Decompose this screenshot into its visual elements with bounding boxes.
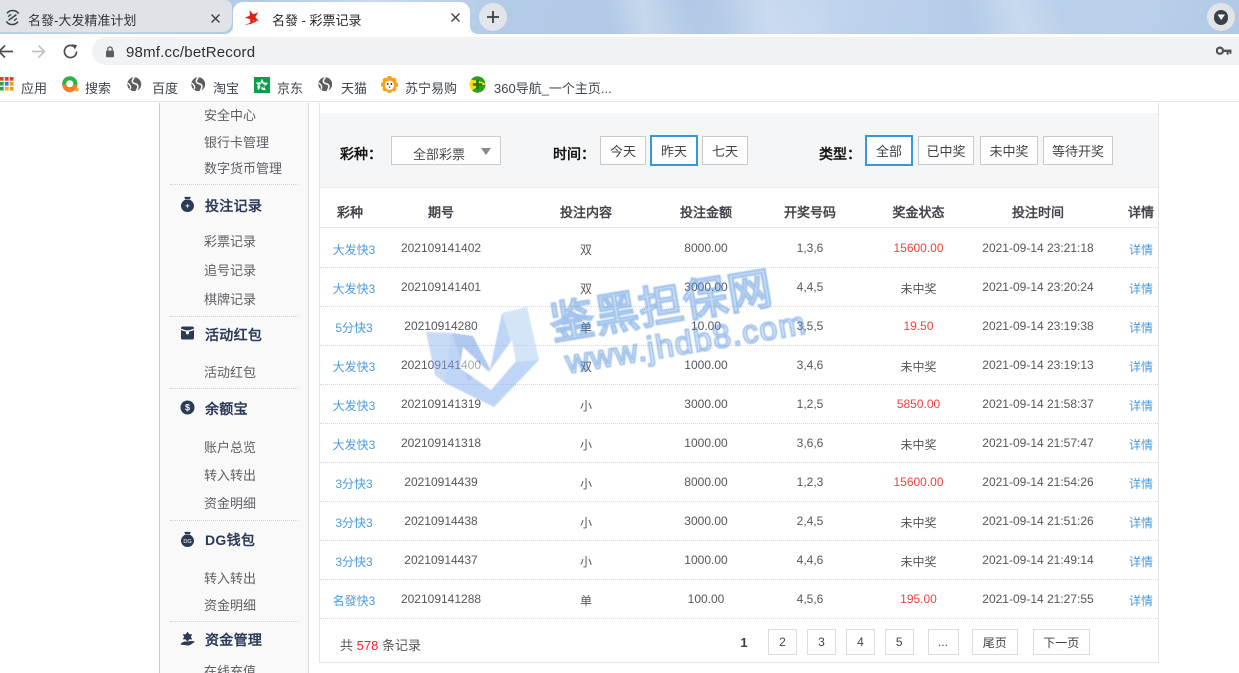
svg-text:DG: DG — [183, 539, 191, 545]
svg-text:$: $ — [185, 403, 190, 413]
